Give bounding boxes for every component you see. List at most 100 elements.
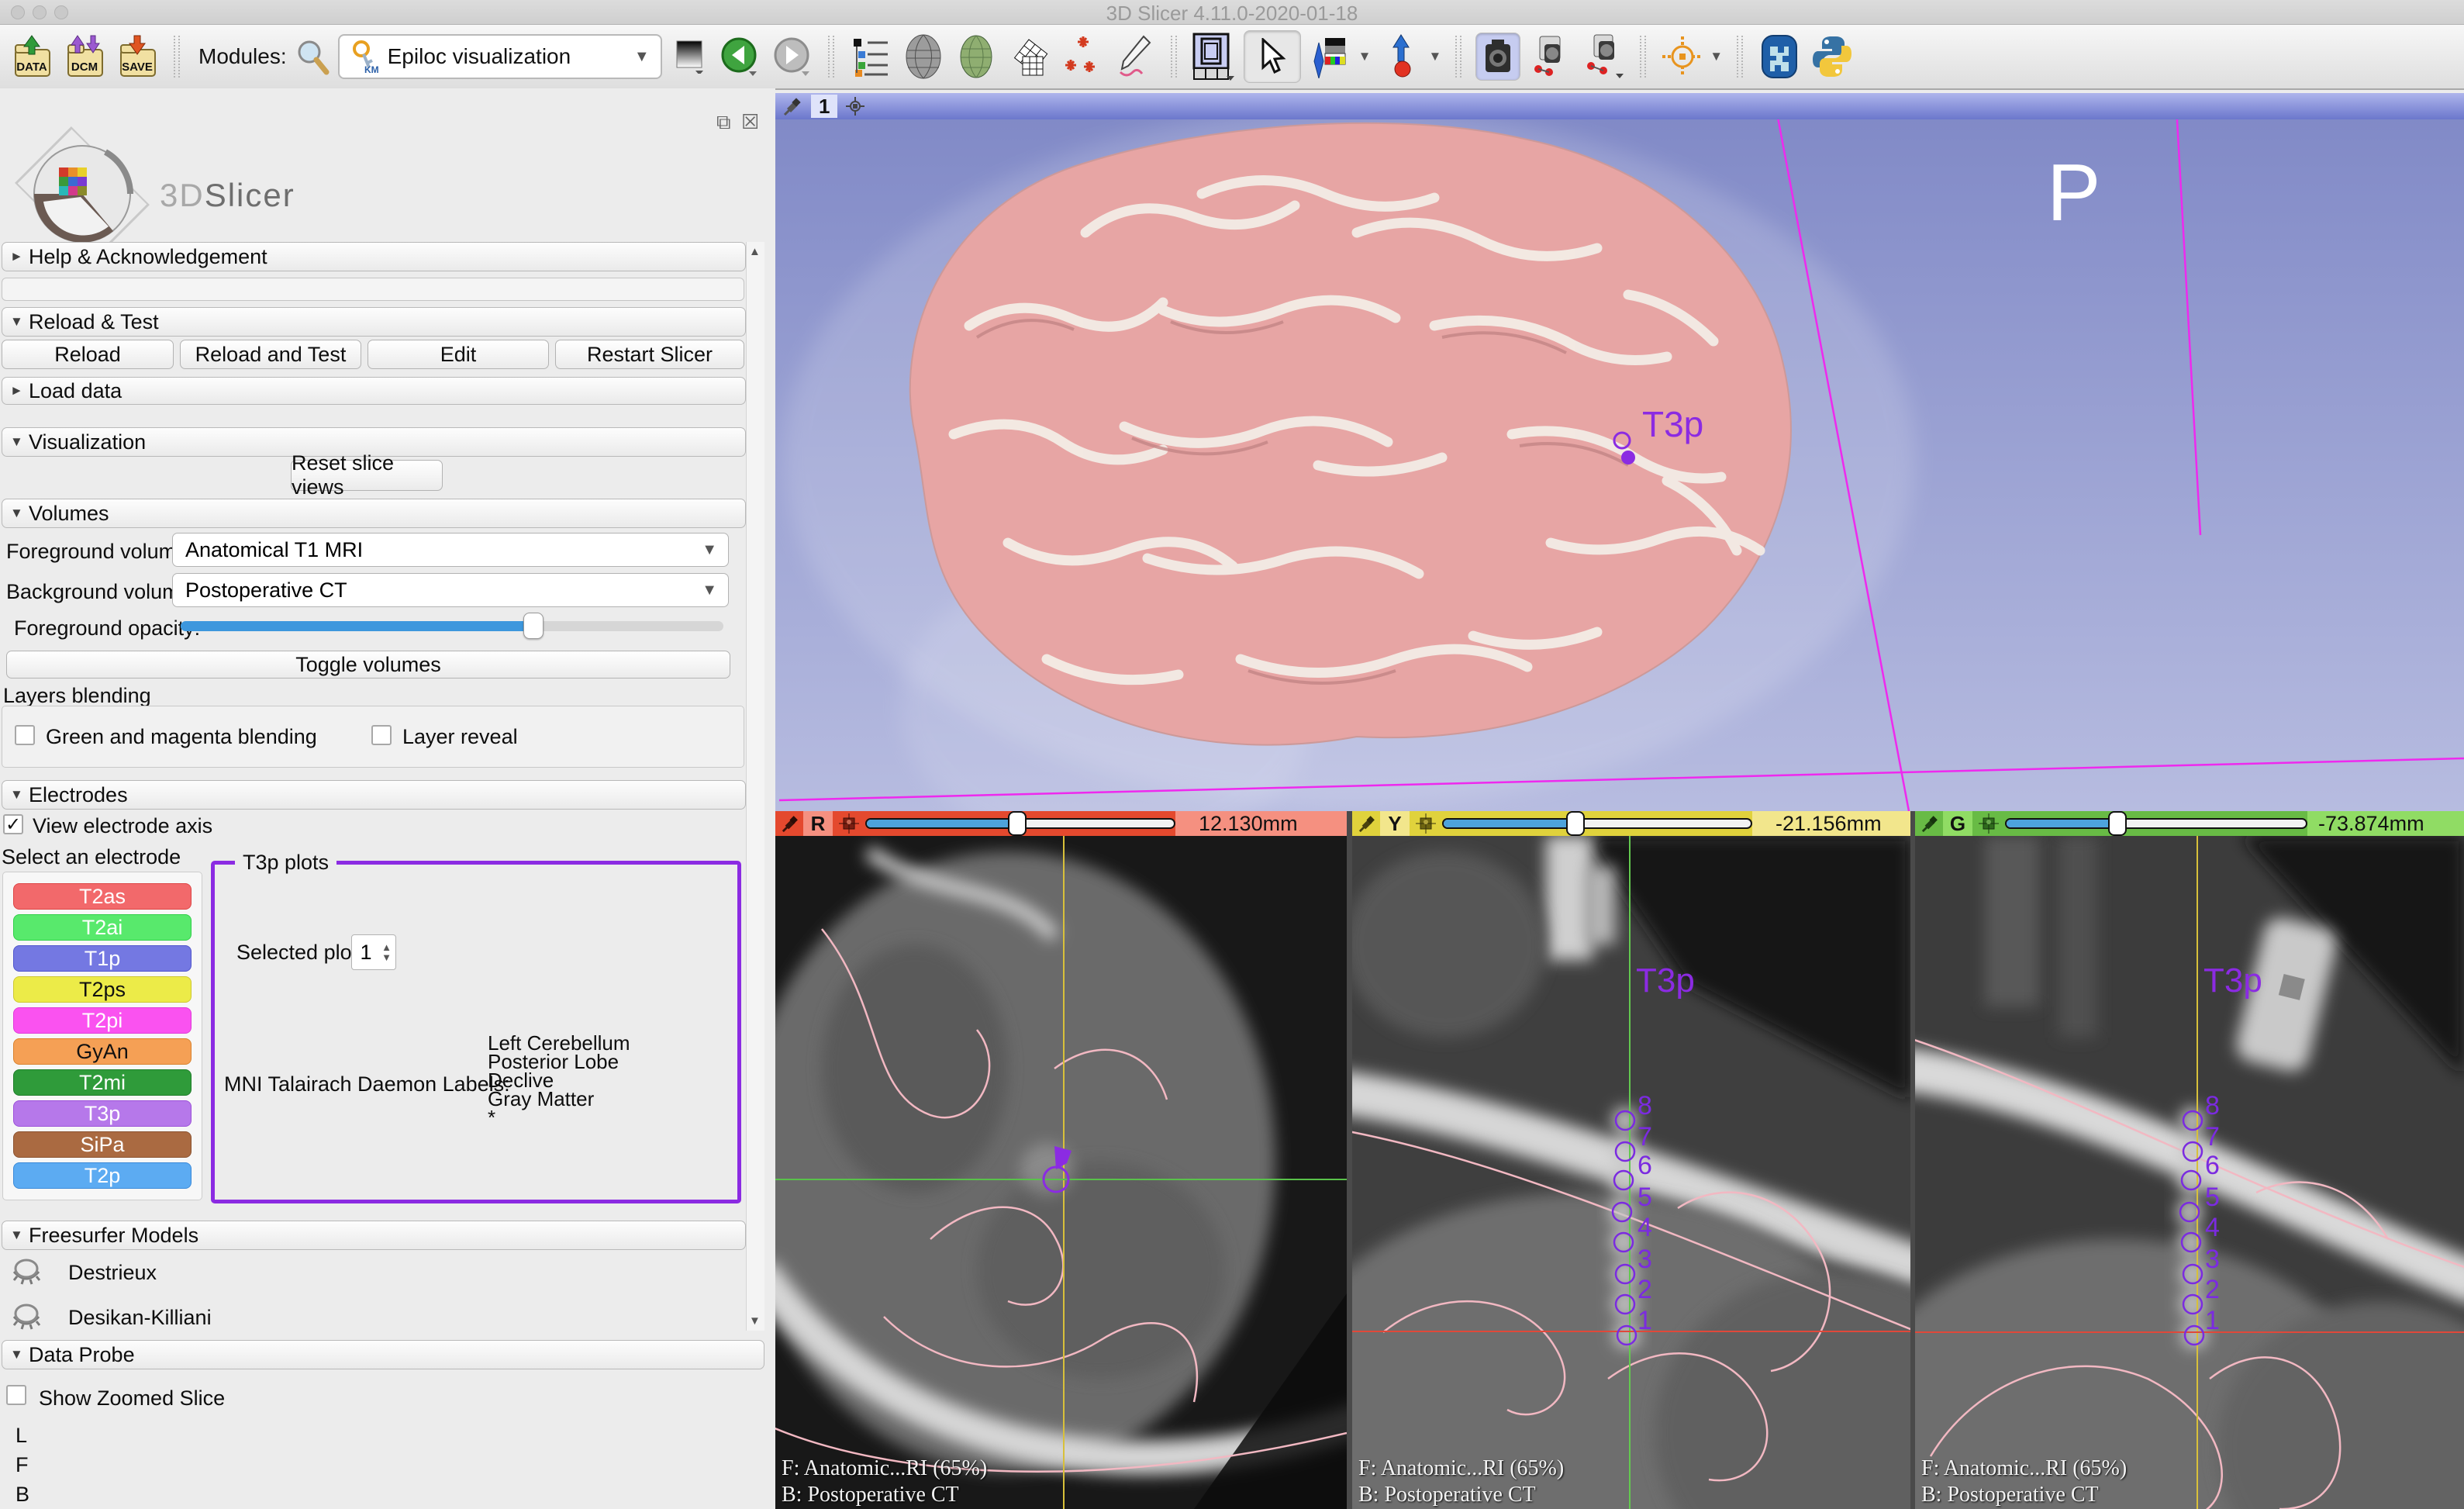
reload-and-test-button[interactable]: Reload and Test <box>180 340 361 369</box>
crosshair-icon[interactable] <box>1660 33 1705 81</box>
module-search-icon[interactable] <box>295 33 330 81</box>
view-electrode-axis-checkbox[interactable]: ✓ <box>3 814 23 834</box>
electrode-button-T1p[interactable]: T1p <box>13 945 192 972</box>
selected-plot-spinbox[interactable]: 1 ▲▼ <box>351 934 396 970</box>
segmentation-icon[interactable] <box>954 33 999 81</box>
visibility-closed-eye-icon[interactable] <box>9 1256 43 1290</box>
green-magenta-checkbox[interactable] <box>15 725 35 745</box>
section-freesurfer[interactable]: ▼ Freesurfer Models <box>2 1221 746 1250</box>
threeD-view[interactable]: 1 P T3p <box>775 93 2464 811</box>
markups-icon[interactable] <box>1059 33 1104 81</box>
pin-icon[interactable] <box>783 96 803 116</box>
restart-slicer-button[interactable]: Restart Slicer <box>555 340 744 369</box>
yellow-slice-letter[interactable]: Y <box>1380 811 1410 836</box>
electrode-button-T2pi[interactable]: T2pi <box>13 1007 192 1034</box>
freesurfer-model-desikan[interactable]: Desikan-Killiani <box>68 1306 212 1330</box>
electrode-button-T2ps[interactable]: T2ps <box>13 976 192 1003</box>
section-load-data[interactable]: ► Load data <box>2 377 746 405</box>
electrode-list: T2as T2ai T1p T2ps T2pi GyAn T2mi T3p SiPa T2p <box>2 872 202 1200</box>
collapse-arrow-icon: ► <box>10 249 23 264</box>
place-fiducial-icon[interactable] <box>1379 33 1424 81</box>
reload-button[interactable]: Reload <box>2 340 174 369</box>
panel-scrollbar[interactable]: ▲ ▼ <box>746 242 764 1331</box>
red-slice-slider[interactable] <box>865 818 1175 829</box>
history-forward-icon[interactable] <box>769 33 814 81</box>
chevron-down-icon[interactable]: ▼ <box>1358 49 1372 64</box>
slice-visibility-icon[interactable] <box>1416 813 1436 834</box>
reset-slice-views-button[interactable]: Reset slice views <box>291 460 443 491</box>
slider-handle[interactable] <box>523 613 544 639</box>
slice-visibility-icon[interactable] <box>839 813 859 834</box>
spinbox-arrows-icon[interactable]: ▲▼ <box>380 942 395 962</box>
layers-blending-label: Layers blending <box>3 684 151 708</box>
freesurfer-model-destrieux[interactable]: Destrieux <box>68 1261 157 1285</box>
scroll-up-icon[interactable]: ▲ <box>749 245 761 258</box>
section-electrodes[interactable]: ▼ Electrodes <box>2 780 746 810</box>
electrode-button-T2as[interactable]: T2as <box>13 883 192 910</box>
section-volumes[interactable]: ▼ Volumes <box>2 499 746 528</box>
visibility-closed-eye-icon[interactable] <box>9 1301 43 1335</box>
green-slice-letter[interactable]: G <box>1943 811 1972 836</box>
foreground-opacity-slider[interactable] <box>181 621 723 631</box>
yellow-slice-slider[interactable] <box>1442 818 1752 829</box>
volume-grid-icon[interactable] <box>1006 33 1051 81</box>
mesh-model-icon[interactable] <box>901 33 946 81</box>
scroll-down-icon[interactable]: ▼ <box>749 1314 761 1328</box>
slider-handle[interactable] <box>1566 811 1585 836</box>
collapse-arrow-icon: ▼ <box>10 787 23 803</box>
electrode-button-T2ai[interactable]: T2ai <box>13 914 192 941</box>
background-volume-select[interactable]: Postoperative CT ▼ <box>172 573 729 607</box>
yellow-slice-view[interactable]: T3p F: Anatomic...RI (65%) B: Postoperat… <box>1352 836 1910 1509</box>
scene-views-icon[interactable] <box>1528 33 1573 81</box>
module-selector[interactable]: KM Epiloc visualization ▼ <box>338 34 662 79</box>
load-dicom-icon[interactable]: DCM <box>62 33 107 81</box>
edit-button[interactable]: Edit <box>368 340 549 369</box>
chevron-down-icon[interactable]: ▼ <box>1710 49 1723 64</box>
pin-icon[interactable] <box>1358 814 1377 833</box>
toolbar-separator <box>1171 36 1177 78</box>
green-slice-view[interactable]: T3p F: Anatomic...RI (65%) B: Postoperat… <box>1915 836 2464 1509</box>
electrode-button-GyAn[interactable]: GyAn <box>13 1038 192 1065</box>
view-crosshair-icon[interactable] <box>845 96 865 116</box>
capture-view-icon[interactable] <box>1581 33 1626 81</box>
section-help[interactable]: ► Help & Acknowledgement <box>2 242 746 271</box>
view-pane-number[interactable]: 1 <box>811 95 837 118</box>
close-panel-icon[interactable]: ☒ <box>741 110 759 134</box>
electrode-button-T3p[interactable]: T3p <box>13 1100 192 1127</box>
layout-icon[interactable] <box>1191 33 1236 81</box>
load-data-icon[interactable]: DATA <box>9 33 54 81</box>
window-level-icon[interactable] <box>670 33 709 81</box>
modules-label: Modules: <box>198 44 287 69</box>
electrode-button-T2mi[interactable]: T2mi <box>13 1069 192 1096</box>
section-reload-test[interactable]: ▼ Reload & Test <box>2 307 746 337</box>
pin-icon[interactable] <box>782 814 800 833</box>
slice-visibility-icon[interactable] <box>1979 813 1999 834</box>
extensions-icon[interactable] <box>1757 33 1802 81</box>
electrode-button-T2p[interactable]: T2p <box>13 1162 192 1189</box>
subject-hierarchy-icon[interactable] <box>848 33 893 81</box>
red-slice-view[interactable]: F: Anatomic...RI (65%) B: Postoperative … <box>775 836 1347 1509</box>
history-back-icon[interactable] <box>716 33 761 81</box>
contact-number-2: 2 <box>1637 1275 1652 1305</box>
save-icon[interactable]: SAVE <box>115 33 160 81</box>
red-slice-letter[interactable]: R <box>803 811 833 836</box>
pin-icon[interactable] <box>1921 814 1940 833</box>
show-zoomed-slice-checkbox[interactable] <box>6 1385 26 1405</box>
section-data-probe[interactable]: ▼ Data Probe <box>2 1340 764 1369</box>
python-console-icon[interactable] <box>1810 33 1855 81</box>
slider-handle[interactable] <box>1008 811 1027 836</box>
svg-text:SAVE: SAVE <box>122 60 153 74</box>
screenshot-icon[interactable] <box>1475 33 1520 81</box>
toggle-volumes-button[interactable]: Toggle volumes <box>6 651 730 679</box>
mouse-mode-icon[interactable] <box>1244 30 1301 83</box>
foreground-volume-select[interactable]: Anatomical T1 MRI ▼ <box>172 533 729 567</box>
slider-handle[interactable] <box>2108 811 2127 836</box>
annotation-pen-icon[interactable] <box>1112 33 1157 81</box>
layer-reveal-checkbox[interactable] <box>371 725 392 745</box>
show-zoomed-slice-label: Show Zoomed Slice <box>39 1386 225 1411</box>
green-slice-slider[interactable] <box>2005 818 2307 829</box>
undock-panel-icon[interactable]: ⧉ <box>716 110 731 135</box>
chevron-down-icon[interactable]: ▼ <box>1428 49 1441 64</box>
electrode-button-SiPa[interactable]: SiPa <box>13 1131 192 1158</box>
paint-mode-icon[interactable] <box>1309 33 1354 81</box>
